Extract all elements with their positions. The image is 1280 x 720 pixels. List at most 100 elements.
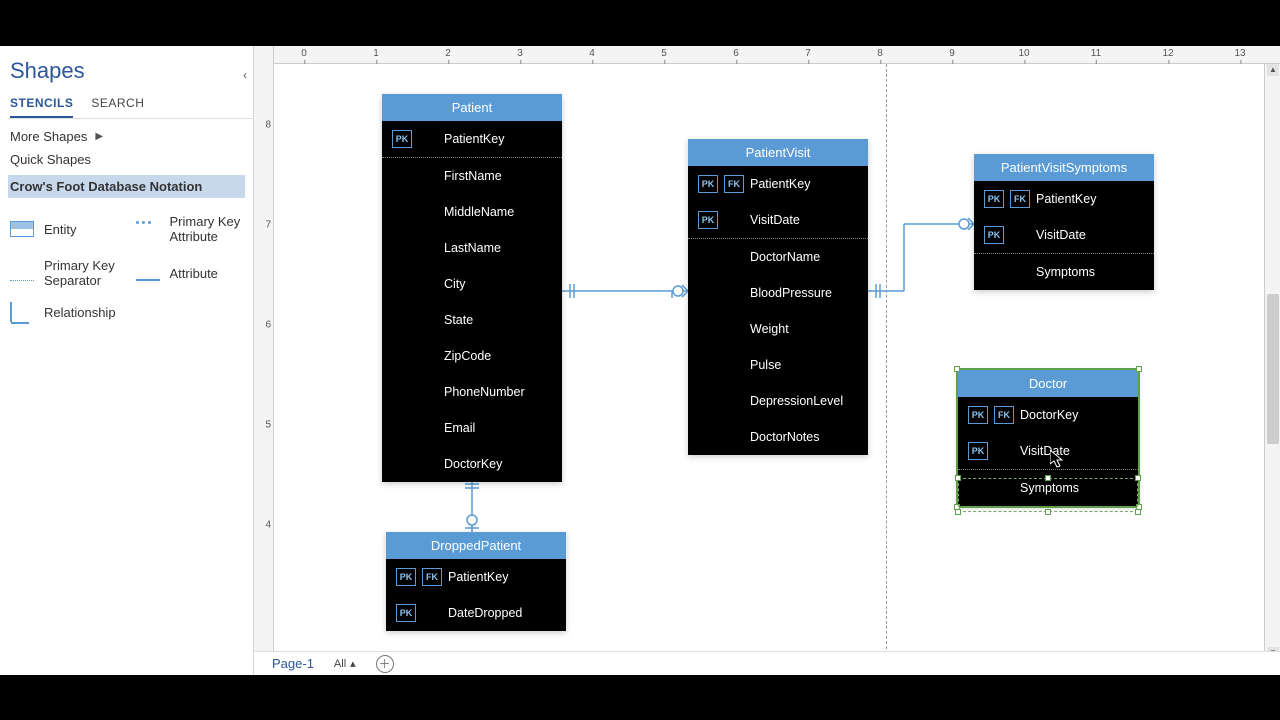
entity-header: PatientVisitSymptoms [974, 154, 1154, 181]
attribute-name: BloodPressure [750, 286, 858, 300]
pk-attr-icon [136, 221, 160, 237]
entity-row[interactable]: PKFirstName [382, 158, 562, 194]
entity-row[interactable]: PKFKDoctorKey [958, 397, 1138, 433]
shape-label: Primary Key Attribute [170, 214, 252, 244]
entity-row[interactable]: PKFKDateDropped [386, 595, 566, 631]
attribute-name: City [444, 277, 552, 291]
shape-attribute[interactable]: Attribute [136, 254, 252, 292]
active-stencil[interactable]: Crow's Foot Database Notation [8, 175, 245, 198]
attribute-name: VisitDate [1020, 444, 1128, 458]
attribute-name: VisitDate [1036, 228, 1144, 242]
shape-label: Attribute [170, 266, 218, 281]
attribute-name: DateDropped [448, 606, 556, 620]
pk-badge: PK [968, 406, 988, 424]
entity-row[interactable]: PKFKVisitDate [688, 202, 868, 239]
attribute-name: DoctorKey [444, 457, 552, 471]
vertical-ruler: 8 7 6 5 4 [254, 46, 274, 675]
ruler-tick: 3 [517, 48, 523, 59]
entity-rows: PKFKPatientKeyPKFirstNamePKMiddleNamePKL… [382, 121, 562, 482]
attribute-name: PatientKey [750, 177, 858, 191]
attribute-name: State [444, 313, 552, 327]
scroll-thumb[interactable] [1267, 294, 1279, 444]
fk-badge: FK [422, 568, 442, 586]
ruler-tick: 6 [733, 48, 739, 59]
scroll-up-icon[interactable]: ▲ [1267, 64, 1279, 76]
quick-shapes-button[interactable]: Quick Shapes [8, 148, 253, 171]
ruler-tick: 10 [1018, 48, 1029, 59]
entity-row[interactable]: PKFKVisitDate [974, 217, 1154, 254]
attribute-name: VisitDate [750, 213, 858, 227]
entity-row[interactable]: PKFKVisitDate [958, 433, 1138, 470]
ruler-tick: 8 [877, 48, 883, 59]
entity-rows: PK FK PatientKey PKFKDateDropped [386, 559, 566, 631]
entity-patient[interactable]: Patient PKFKPatientKeyPKFirstNamePKMiddl… [382, 94, 562, 482]
more-shapes-button[interactable]: More Shapes ▶ [8, 119, 253, 148]
shape-relationship[interactable]: Relationship [10, 298, 126, 326]
entity-row[interactable]: PKState [382, 302, 562, 338]
ruler-tick: 7 [265, 220, 271, 231]
shape-label: Primary Key Separator [44, 258, 126, 288]
shape-primary-key-separator[interactable]: Primary Key Separator [10, 254, 126, 292]
attribute-name: DepressionLevel [750, 394, 858, 408]
pk-badge: PK [984, 190, 1004, 208]
pk-badge: PK [698, 211, 718, 229]
pk-badge: PK [392, 130, 412, 148]
entity-row[interactable]: PKCity [382, 266, 562, 302]
pk-badge: PK [984, 226, 1004, 244]
entity-row[interactable]: PKDoctorKey [382, 446, 562, 482]
attribute-name: Pulse [750, 358, 858, 372]
entity-row[interactable]: PKDepressionLevel [688, 383, 868, 419]
entity-patient-visit-symptoms[interactable]: PatientVisitSymptoms PKFKPatientKeyPKFKV… [974, 154, 1154, 290]
shape-label: Relationship [44, 305, 116, 320]
ruler-tick: 9 [949, 48, 955, 59]
page-tab[interactable]: Page-1 [272, 656, 314, 671]
shape-primary-key-attribute[interactable]: Primary Key Attribute [136, 210, 252, 248]
entity-row[interactable]: PKFKPatientKey [974, 181, 1154, 217]
add-page-button[interactable]: ＋ [376, 655, 394, 673]
entity-row[interactable]: PK FK PatientKey [386, 559, 566, 595]
entity-row[interactable]: PKEmail [382, 410, 562, 446]
entity-row[interactable]: PKDoctorNotes [688, 419, 868, 455]
entity-row[interactable]: PKDoctorName [688, 239, 868, 275]
relationship-icon [10, 302, 34, 322]
entity-row[interactable]: PKPhoneNumber [382, 374, 562, 410]
entity-row[interactable]: PKFKPatientKey [382, 121, 562, 158]
more-shapes-label: More Shapes [10, 129, 87, 144]
entity-patient-visit[interactable]: PatientVisit PKFKPatientKeyPKFKVisitDate… [688, 139, 868, 455]
pk-badge: PK [396, 568, 416, 586]
collapse-pane-button[interactable]: ‹ [243, 68, 247, 82]
ruler-tick: 6 [265, 320, 271, 331]
ruler-tick: 5 [661, 48, 667, 59]
ruler-tick: 1 [373, 48, 379, 59]
ruler-tick: 7 [805, 48, 811, 59]
fk-badge: FK [724, 175, 744, 193]
shape-list: Entity Primary Key Attribute Primary Key… [8, 198, 253, 338]
entity-dropped-patient[interactable]: DroppedPatient PKFKPatientKeyPKFKDateDro… [386, 532, 566, 631]
attribute-name: Email [444, 421, 552, 435]
vertical-scrollbar[interactable]: ▲ ▼ [1264, 64, 1280, 659]
pk-sep-icon [10, 265, 34, 281]
shape-label: Entity [44, 222, 77, 237]
drawing-canvas[interactable]: Patient PK FK PatientKey PKFirstNamePKMiddl… [274, 64, 1280, 659]
ruler-tick: 12 [1162, 48, 1173, 59]
entity-row[interactable]: PKMiddleName [382, 194, 562, 230]
entity-row[interactable]: PKLastName [382, 230, 562, 266]
entity-row[interactable]: PKZipCode [382, 338, 562, 374]
entity-header: Patient [382, 94, 562, 121]
entity-row[interactable]: PKPulse [688, 347, 868, 383]
page-tab-bar: Page-1 All ▴ ＋ [254, 651, 1280, 675]
entity-row[interactable]: PKSymptoms [974, 254, 1154, 290]
entity-row[interactable]: PKBloodPressure [688, 275, 868, 311]
entity-row[interactable]: PKFKPatientKey [688, 166, 868, 202]
entity-header: Doctor [958, 370, 1138, 397]
attribute-name: Symptoms [1036, 265, 1144, 279]
shape-entity[interactable]: Entity [10, 210, 126, 248]
attribute-name: PatientKey [448, 570, 556, 584]
ruler-tick: 13 [1234, 48, 1245, 59]
tab-search[interactable]: SEARCH [91, 92, 144, 118]
all-pages-button[interactable]: All ▴ [334, 657, 356, 670]
entity-row[interactable]: PKWeight [688, 311, 868, 347]
tab-stencils[interactable]: STENCILS [10, 92, 73, 118]
horizontal-ruler: 0 1 2 3 4 5 6 7 8 9 10 11 12 13 [274, 46, 1280, 64]
attribute-name: LastName [444, 241, 552, 255]
